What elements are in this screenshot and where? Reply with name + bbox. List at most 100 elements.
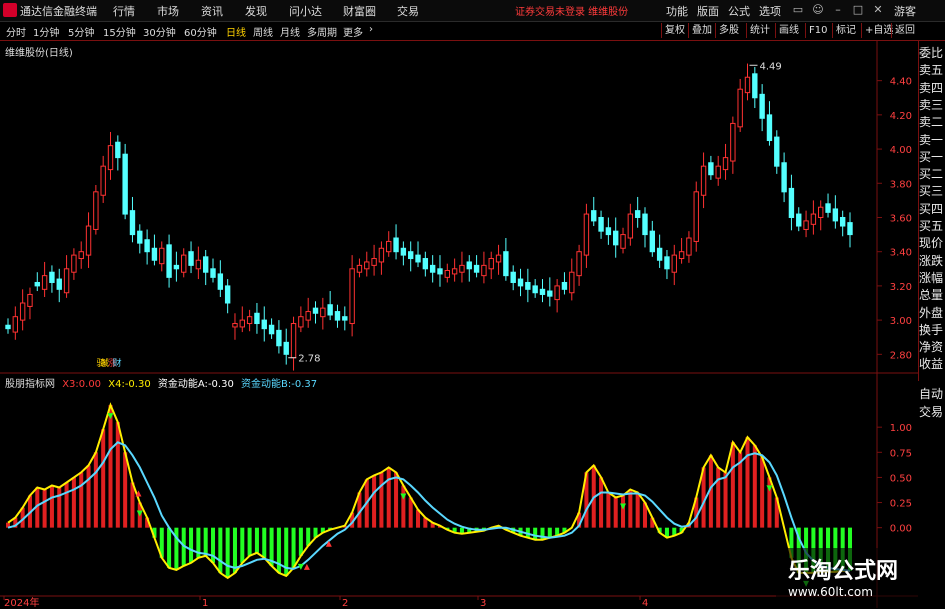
candle-body-96 [708,162,714,176]
chevron-right-icon[interactable]: › [369,24,373,35]
period-more[interactable]: 更多 [343,24,363,39]
btn-f10[interactable]: F10 [805,23,830,38]
menu-wealth-circle[interactable]: 财富圈 [343,3,376,19]
candle-body-88 [649,230,656,253]
candle-body-51 [378,247,385,263]
arrow-down-3 [400,493,407,500]
candlestick-series [5,63,853,371]
side-panel-item-1[interactable]: 卖五 [919,61,943,78]
menu-market-quotes[interactable]: 行情 [113,3,135,19]
btn-statistics[interactable]: 统计 [746,23,773,38]
side-panel-item-15[interactable]: 外盘 [919,304,943,321]
candle-body-105 [774,136,780,167]
candle-body-54 [400,247,407,256]
close-icon[interactable]: ✕ [870,2,886,18]
menu-layout[interactable]: 版面 [697,3,719,19]
side-panel-item-4[interactable]: 卖二 [919,113,943,130]
minimize-icon[interactable]: – [830,2,846,18]
candle-body-33 [246,316,253,325]
side-panel-item-8[interactable]: 买三 [919,182,943,199]
menu-discover[interactable]: 发现 [245,3,267,19]
candle-body-20 [151,247,158,261]
guest-label[interactable]: 游客 [894,3,916,19]
side-panel-item-12[interactable]: 涨跌 [919,252,943,269]
candle-body-110 [810,213,817,225]
btn-multi-stock[interactable]: 多股 [715,23,742,38]
side-panel-item-16[interactable]: 换手 [919,321,943,338]
period-intraday[interactable]: 分时 [6,24,26,39]
side-panel-item-2[interactable]: 卖四 [919,79,943,96]
candle-body-43 [320,307,326,318]
annotation-label-0: 4.49 [759,61,781,72]
candle-body-13 [100,165,106,196]
side-panel-item-14[interactable]: 总量 [919,286,943,303]
user-icon[interactable]: ☺ [810,2,826,18]
candle-body-30 [224,285,231,304]
candle-body-53 [393,237,399,253]
side-panel-item-10[interactable]: 买五 [919,217,943,234]
candle-body-98 [722,157,729,171]
side-panel-item-3[interactable]: 卖三 [919,96,943,113]
period-daily[interactable]: 日线 [226,24,246,39]
window-icon[interactable]: ▭ [790,2,806,18]
candle-body-0 [5,324,11,330]
candle-body-23 [173,264,180,270]
period-5min[interactable]: 5分钟 [68,24,94,39]
btn-mark[interactable]: 标记 [832,23,859,38]
side-panel-item-13[interactable]: 涨幅 [919,269,943,286]
candle-body-64 [473,264,480,273]
candle-body-39 [290,323,297,359]
btn-restore-rights[interactable]: 复权 [661,23,688,38]
menu-formula[interactable]: 公式 [728,3,750,19]
side-panel-item-0[interactable]: 委比 [919,44,943,61]
candle-body-14 [107,145,114,171]
candle-body-57 [422,258,429,270]
menu-market[interactable]: 市场 [157,3,179,19]
candle-body-104 [766,114,773,142]
btn-draw-line[interactable]: 画线 [775,23,802,38]
price-chart-area[interactable]: 4.40 4.20 4.00 3.80 3.60 3.40 3.20 3.00 2.80 4.49… [0,41,945,609]
maximize-icon[interactable]: □ [850,2,866,18]
side-panel-item-17[interactable]: 净资 [919,338,943,355]
candle-body-35 [261,319,267,330]
side-panel-item-6[interactable]: 买一 [919,148,943,165]
candle-body-106 [781,162,787,193]
candle-body-112 [825,203,831,213]
b-label: 资金动能B: [241,379,292,390]
side-panel-extra-0[interactable]: 自动 [919,385,943,402]
candle-body-72 [532,285,538,294]
side-panel-extra-1[interactable]: 交易 [919,403,943,420]
candle-body-61 [451,268,458,275]
period-15min[interactable]: 15分钟 [103,24,136,39]
period-1min[interactable]: 1分钟 [33,24,59,39]
candle-body-80 [591,210,597,222]
candle-body-25 [188,251,194,266]
side-panel-item-7[interactable]: 买二 [919,165,943,182]
menu-trade[interactable]: 交易 [397,3,419,19]
candle-body-3 [27,293,33,307]
ind-tick-label-1: 0.75 [890,448,912,459]
candle-body-115 [847,222,853,236]
menu-options[interactable]: 选项 [759,3,781,19]
login-status[interactable]: 证券交易未登录 维维股份 [515,3,628,18]
ind-tick-label-4: 0.00 [890,524,912,535]
period-30min[interactable]: 30分钟 [143,24,176,39]
indicator-histogram [5,405,853,578]
x4-value: -0.30 [124,379,151,390]
watermark-url: www.60lt.com [788,585,873,599]
btn-overlay[interactable]: 叠加 [688,23,715,38]
period-60min[interactable]: 60分钟 [184,24,217,39]
side-panel-item-5[interactable]: 卖一 [919,131,943,148]
menu-functions[interactable]: 功能 [666,3,688,19]
period-weekly[interactable]: 周线 [253,24,273,39]
side-panel-item-11[interactable]: 现价 [919,234,943,251]
menu-ask[interactable]: 问小达 [289,3,322,19]
btn-back[interactable]: 返回 [891,23,918,38]
side-panel-item-18[interactable]: 收益 [919,355,943,372]
period-multi[interactable]: 多周期 [307,24,337,39]
menu-news[interactable]: 资讯 [201,3,223,19]
side-panel-item-9[interactable]: 买四 [919,200,943,217]
period-monthly[interactable]: 月线 [280,24,300,39]
candle-body-74 [547,290,553,297]
candle-body-26 [195,259,202,270]
